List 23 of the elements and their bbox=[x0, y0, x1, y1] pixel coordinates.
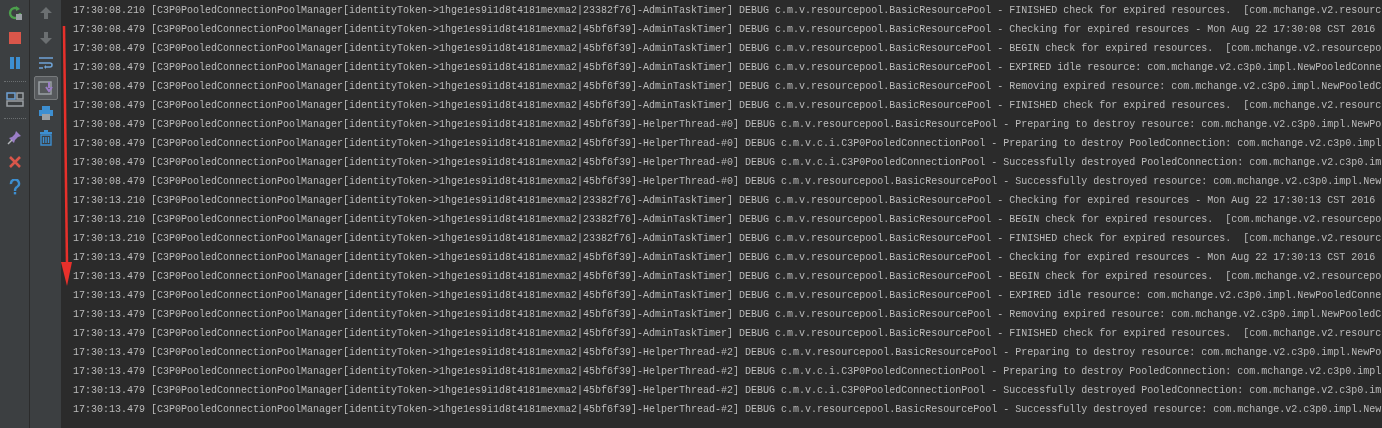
log-line: 17:30:08.479 [C3P0PooledConnectionPoolManager[identityToken->1hge1es9i1d8t4181mexma2|45bf6f39]-HelperThread-#0] DEBUG c.m.v.resourcepool.BasicResourcePool - Preparing to destroy resource: com.mchange.v2.c3p0.impl.NewPo bbox=[73, 119, 1382, 130]
log-line: 17:30:13.479 [C3P0PooledConnectionPoolManager[identityToken->1hge1es9i1d8t4181mexma2|45bf6f39]-AdminTaskTimer] DEBUG c.m.v.resourcepool.BasicResourcePool - FINISHED check for expired resources. [com.mchange.v2.resourc bbox=[73, 328, 1382, 339]
log-line: 17:30:08.479 [C3P0PooledConnectionPoolManager[identityToken->1hge1es9i1d8t4181mexma2|45bf6f39]-AdminTaskTimer] DEBUG c.m.v.resourcepool.BasicResourcePool - Removing expired resource: com.mchange.v2.c3p0.impl.NewPooledC bbox=[73, 81, 1382, 92]
log-line: 17:30:13.479 [C3P0PooledConnectionPoolManager[identityToken->1hge1es9i1d8t4181mexma2|45bf6f39]-AdminTaskTimer] DEBUG c.m.v.resourcepool.BasicResourcePool - BEGIN check for expired resources. [com.mchange.v2.resourcepo bbox=[73, 271, 1382, 282]
log-line: 17:30:08.479 [C3P0PooledConnectionPoolManager[identityToken->1hge1es9i1d8t4181mexma2|45bf6f39]-HelperThread-#0] DEBUG c.m.v.c.i.C3P0PooledConnectionPool - Preparing to destroy PooledConnection: com.mchange.v2.c3p0.impl bbox=[73, 138, 1382, 149]
log-line: 17:30:13.479 [C3P0PooledConnectionPoolManager[identityToken->1hge1es9i1d8t4181mexma2|45bf6f39]-HelperThread-#2] DEBUG c.m.v.resourcepool.BasicResourcePool - Successfully destroyed resource: com.mchange.v2.c3p0.impl.New bbox=[73, 404, 1382, 415]
log-line: 17:30:13.210 [C3P0PooledConnectionPoolManager[identityToken->1hge1es9i1d8t4181mexma2|23382f76]-AdminTaskTimer] DEBUG c.m.v.resourcepool.BasicResourcePool - BEGIN check for expired resources. [com.mchange.v2.resourcepo bbox=[73, 214, 1382, 225]
log-line: 17:30:08.210 [C3P0PooledConnectionPoolManager[identityToken->1hge1es9i1d8t4181mexma2|23382f76]-AdminTaskTimer] DEBUG c.m.v.resourcepool.BasicResourcePool - FINISHED check for expired resources. [com.mchange.v2.resourc bbox=[73, 5, 1382, 16]
log-line: 17:30:13.479 [C3P0PooledConnectionPoolManager[identityToken->1hge1es9i1d8t4181mexma2|45bf6f39]-HelperThread-#2] DEBUG c.m.v.resourcepool.BasicResourcePool - Preparing to destroy resource: com.mchange.v2.c3p0.impl.NewPo bbox=[73, 347, 1382, 358]
log-line: 17:30:13.479 [C3P0PooledConnectionPoolManager[identityToken->1hge1es9i1d8t4181mexma2|45bf6f39]-AdminTaskTimer] DEBUG c.m.v.resourcepool.BasicResourcePool - Checking for expired resources - Mon Aug 22 17:30:13 CST 2016 bbox=[73, 252, 1376, 263]
log-line: 17:30:08.479 [C3P0PooledConnectionPoolManager[identityToken->1hge1es9i1d8t4181mexma2|45bf6f39]-HelperThread-#0] DEBUG c.m.v.resourcepool.BasicResourcePool - Successfully destroyed resource: com.mchange.v2.c3p0.impl.New bbox=[73, 176, 1382, 187]
scroll-to-end-icon[interactable] bbox=[33, 76, 58, 100]
log-line: 17:30:08.479 [C3P0PooledConnectionPoolManager[identityToken->1hge1es9i1d8t4181mexma2|45bf6f39]-AdminTaskTimer] DEBUG c.m.v.resourcepool.BasicResourcePool - BEGIN check for expired resources. [com.mchange.v2.resourcepo bbox=[73, 43, 1382, 54]
log-line: 17:30:08.479 [C3P0PooledConnectionPoolManager[identityToken->1hge1es9i1d8t4181mexma2|45bf6f39]-AdminTaskTimer] DEBUG c.m.v.resourcepool.BasicResourcePool - FINISHED check for expired resources. [com.mchange.v2.resourc bbox=[73, 100, 1382, 111]
log-line: 17:30:13.210 [C3P0PooledConnectionPoolManager[identityToken->1hge1es9i1d8t4181mexma2|23382f76]-AdminTaskTimer] DEBUG c.m.v.resourcepool.BasicResourcePool - Checking for expired resources - Mon Aug 22 17:30:13 CST 2016 bbox=[73, 195, 1376, 206]
log-line: 17:30:08.479 [C3P0PooledConnectionPoolManager[identityToken->1hge1es9i1d8t4181mexma2|45bf6f39]-HelperThread-#0] DEBUG c.m.v.c.i.C3P0PooledConnectionPool - Successfully destroyed PooledConnection: com.mchange.v2.c3p0.im bbox=[73, 157, 1382, 168]
log-line: 17:30:13.210 [C3P0PooledConnectionPoolManager[identityToken->1hge1es9i1d8t4181mexma2|23382f76]-AdminTaskTimer] DEBUG c.m.v.resourcepool.BasicResourcePool - FINISHED check for expired resources. [com.mchange.v2.resourc bbox=[73, 233, 1382, 244]
log-line: 17:30:13.479 [C3P0PooledConnectionPoolManager[identityToken->1hge1es9i1d8t4181mexma2|45bf6f39]-HelperThread-#2] DEBUG c.m.v.c.i.C3P0PooledConnectionPool - Preparing to destroy PooledConnection: com.mchange.v2.c3p0.impl bbox=[73, 366, 1382, 377]
log-line: 17:30:13.479 [C3P0PooledConnectionPoolManager[identityToken->1hge1es9i1d8t4181mexma2|45bf6f39]-AdminTaskTimer] DEBUG c.m.v.resourcepool.BasicResourcePool - EXPIRED idle resource: com.mchange.v2.c3p0.impl.NewPooledConne bbox=[73, 290, 1382, 301]
log-line: 17:30:13.479 [C3P0PooledConnectionPoolManager[identityToken->1hge1es9i1d8t4181mexma2|45bf6f39]-AdminTaskTimer] DEBUG c.m.v.resourcepool.BasicResourcePool - Removing expired resource: com.mchange.v2.c3p0.impl.NewPooledC bbox=[73, 309, 1382, 320]
log-line: 17:30:08.479 [C3P0PooledConnectionPoolManager[identityToken->1hge1es9i1d8t4181mexma2|45bf6f39]-AdminTaskTimer] DEBUG c.m.v.resourcepool.BasicResourcePool - Checking for expired resources - Mon Aug 22 17:30:08 CST 2016 bbox=[73, 24, 1376, 35]
log-line: 17:30:08.479 [C3P0PooledConnectionPoolManager[identityToken->1hge1es9i1d8t4181mexma2|45bf6f39]-AdminTaskTimer] DEBUG c.m.v.resourcepool.BasicResourcePool - EXPIRED idle resource: com.mchange.v2.c3p0.impl.NewPooledConne bbox=[73, 62, 1382, 73]
log-line: 17:30:13.479 [C3P0PooledConnectionPoolManager[identityToken->1hge1es9i1d8t4181mexma2|45bf6f39]-HelperThread-#2] DEBUG c.m.v.c.i.C3P0PooledConnectionPool - Successfully destroyed PooledConnection: com.mchange.v2.c3p0.im bbox=[73, 385, 1382, 396]
